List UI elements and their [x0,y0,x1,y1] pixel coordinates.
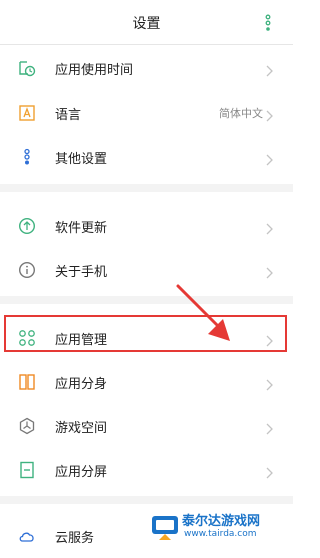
watermark-url: www.tairda.com [184,529,257,539]
watermark-brand: 泰尔达游戏网 [182,514,261,529]
annotation-arrow-icon [176,284,230,341]
watermark-logo-icon [152,516,178,540]
watermark: 泰尔达游戏网 www.tairda.com [150,510,260,548]
